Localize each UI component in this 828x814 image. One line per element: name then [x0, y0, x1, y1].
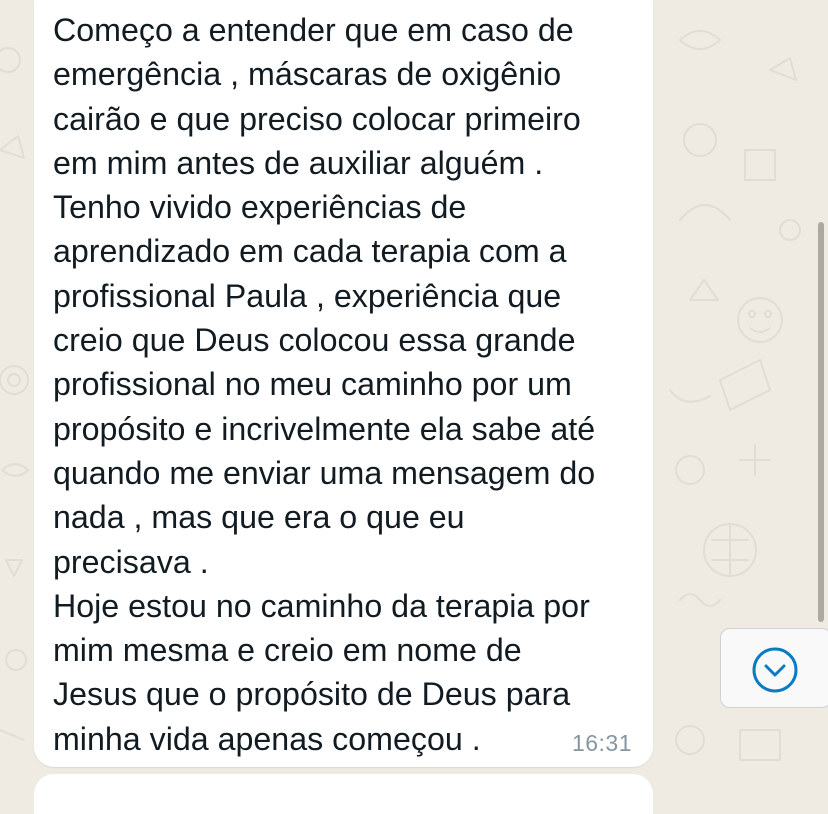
message-text: Começo a entender que em caso de emergên…	[53, 12, 596, 757]
scroll-to-bottom-button[interactable]	[720, 628, 828, 708]
chevron-down-icon	[752, 647, 798, 693]
next-message-bubble[interactable]	[34, 774, 653, 814]
scrollbar[interactable]	[818, 222, 824, 622]
message-timestamp: 16:31	[571, 730, 632, 756]
message-bubble[interactable]: Começo a entender que em caso de emergên…	[34, 0, 653, 767]
